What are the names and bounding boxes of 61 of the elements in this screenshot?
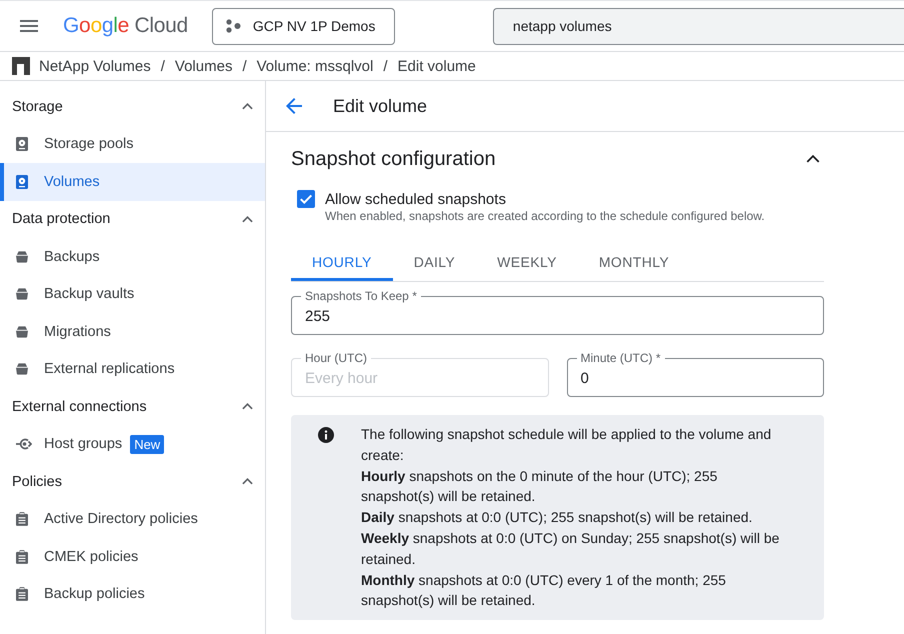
sidebar-item[interactable]: CMEK policies (0, 538, 265, 576)
minute-input[interactable]: 0 (576, 365, 812, 391)
minute-field[interactable]: Minute (UTC) * 0 (566, 351, 824, 397)
info-text: Hourly snapshots on the 0 minute of the hour (UTC); 255 snapshot(s) will be retained. (361, 466, 718, 506)
back-button[interactable] (284, 96, 304, 116)
info-text: Weekly snapshots at 0:0 (UTC) on Sunday; 255 snapshot(s) will be retained. (361, 528, 780, 569)
tab[interactable]: MONTHLY (578, 243, 690, 281)
sidebar-item[interactable]: Migrations (0, 313, 265, 350)
breadcrumb-link[interactable]: Edit volume (398, 58, 476, 74)
chevron-up-icon[interactable] (242, 103, 253, 110)
sidebar-item[interactable]: Backup vaults (0, 276, 265, 313)
checkbox[interactable] (297, 190, 315, 208)
chevron-up-icon[interactable] (242, 403, 253, 410)
sidebar-item[interactable]: Host groups New (0, 426, 265, 463)
connector-icon (16, 438, 32, 450)
info-icon (318, 427, 334, 443)
breadcrumb-separator: / (383, 58, 388, 74)
sidebar-item[interactable]: Active Directory policies (0, 500, 265, 538)
checkbox-description: When enabled, snapshots are created according to the schedule configured below. (325, 209, 766, 223)
project-picker-button[interactable]: GCP NV 1P Demos (212, 8, 395, 44)
dots-icon (226, 19, 241, 33)
sidebar-section-title[interactable]: External connections (12, 398, 147, 415)
tab[interactable]: WEEKLY (476, 243, 578, 281)
breadcrumb-link[interactable]: NetApp Volumes (39, 58, 151, 74)
bin-icon (16, 287, 28, 302)
arrow-left-icon (286, 98, 302, 114)
sidebar-item[interactable]: Backups (0, 238, 265, 276)
page-title: Edit volume (333, 96, 428, 116)
breadcrumb-link[interactable]: Volume: mssqlvol (256, 58, 374, 74)
sidebar-item[interactable]: External replications (0, 350, 265, 388)
bin-icon (16, 362, 28, 376)
clipboard-icon (16, 512, 28, 526)
sidebar-section-title[interactable]: Data protection (12, 211, 110, 228)
search-field[interactable]: netapp volumes (492, 8, 904, 44)
product-logo-icon (12, 57, 30, 75)
tab[interactable]: DAILY (392, 243, 476, 281)
chevron-up-icon[interactable] (242, 216, 253, 223)
sidebar-item[interactable]: Volumes (0, 163, 265, 200)
info-text: The following snapshot schedule will be applied to the volume and create: (361, 425, 772, 465)
sidebar-item[interactable]: Backup policies (0, 576, 265, 613)
breadcrumb-separator: / (160, 58, 165, 74)
breadcrumb-link[interactable]: Volumes (174, 58, 232, 74)
chevron-up-icon[interactable] (242, 478, 253, 486)
tab[interactable]: HOURLY (291, 243, 393, 281)
sidebar-section-title[interactable]: Storage (12, 98, 63, 115)
clipboard-icon (16, 550, 28, 564)
snapshots-to-keep-field[interactable]: Snapshots To Keep * 255 (291, 289, 824, 335)
checkbox-label[interactable]: Allow scheduled snapshots (325, 190, 506, 208)
clipboard-icon (16, 587, 28, 602)
breadcrumb-separator: / (242, 58, 247, 74)
bin-icon (16, 250, 28, 264)
sidebar-section-title[interactable]: Policies (12, 474, 62, 490)
section-title: Snapshot configuration (291, 148, 496, 170)
new-badge: New (130, 434, 164, 454)
info-text: Monthly snapshots at 0:0 (UTC) every 1 of the month; 255 snapshot(s) will be retained. (361, 570, 727, 610)
bin-icon (16, 324, 28, 339)
snapshots-to-keep-input[interactable]: 255 (301, 303, 812, 329)
info-text: Daily snapshots at 0:0 (UTC); 255 snapshot(s) will be retained. (361, 508, 754, 528)
menu-icon[interactable] (20, 20, 38, 32)
sidebar-item[interactable]: Storage pools (0, 126, 265, 163)
logo[interactable]: Google Cloud (63, 14, 188, 38)
